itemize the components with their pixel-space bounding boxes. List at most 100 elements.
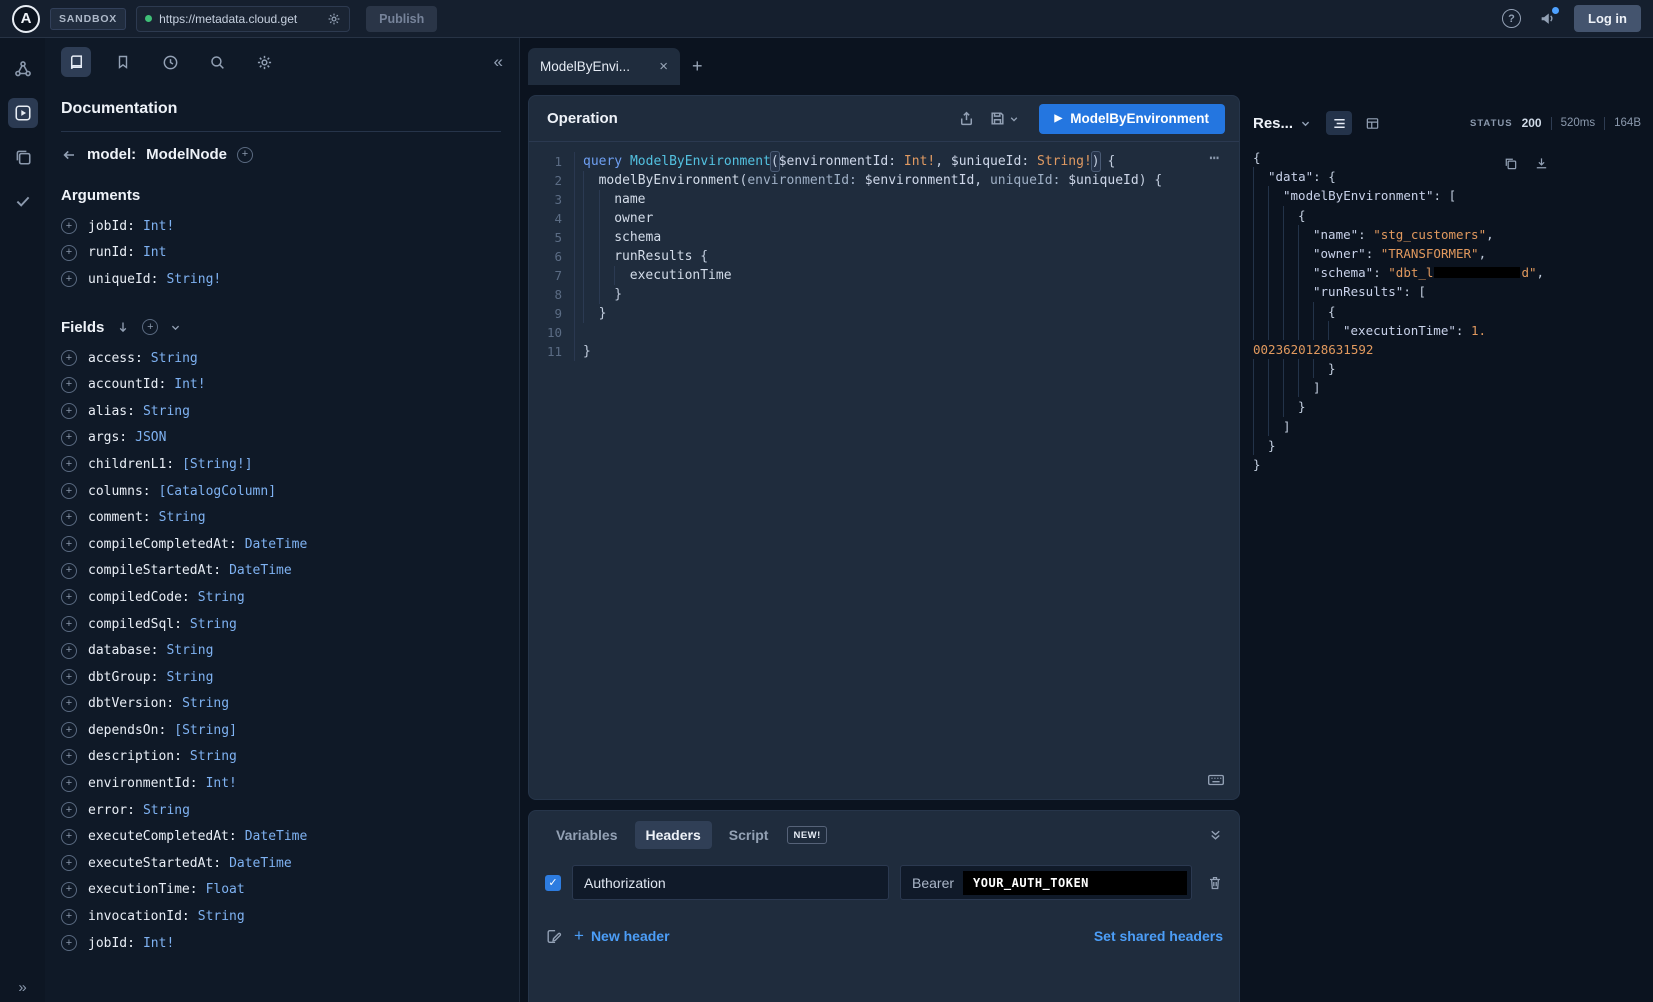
set-shared-headers-link[interactable]: Set shared headers <box>1094 928 1223 944</box>
publish-button[interactable]: Publish <box>366 6 437 32</box>
add-to-query-icon[interactable]: + <box>61 218 77 234</box>
field-type[interactable]: DateTime <box>229 563 292 578</box>
add-to-query-icon[interactable]: + <box>61 669 77 685</box>
add-all-fields-icon[interactable]: + <box>142 319 158 335</box>
field-type[interactable]: Int! <box>206 776 237 791</box>
field-type[interactable]: Float <box>206 882 245 897</box>
field-type[interactable]: JSON <box>135 430 166 445</box>
delete-header-icon[interactable] <box>1207 875 1223 891</box>
add-to-query-icon[interactable]: + <box>61 696 77 712</box>
bookmark-icon[interactable] <box>108 47 138 77</box>
tab-variables[interactable]: Variables <box>545 821 629 849</box>
share-icon[interactable] <box>958 110 975 127</box>
add-to-query-icon[interactable]: + <box>61 722 77 738</box>
field-type[interactable]: String <box>166 643 213 658</box>
add-to-query-icon[interactable]: + <box>61 271 77 287</box>
field-type[interactable]: String <box>159 510 206 525</box>
field-type[interactable]: DateTime <box>245 537 308 552</box>
add-type-icon[interactable]: + <box>237 147 253 163</box>
copy-response-icon[interactable] <box>1503 156 1518 171</box>
chevron-down-icon[interactable] <box>170 322 181 333</box>
code-line[interactable]: 1query ModelByEnvironment($environmentId… <box>529 152 1239 171</box>
checks-icon[interactable] <box>8 186 38 216</box>
explorer-icon[interactable] <box>8 98 38 128</box>
code-line[interactable]: 8} <box>529 285 1239 304</box>
collapse-docs-icon[interactable]: « <box>494 52 503 72</box>
add-to-query-icon[interactable]: + <box>61 510 77 526</box>
add-to-query-icon[interactable]: + <box>61 909 77 925</box>
endpoint-url-pill[interactable]: https://metadata.cloud.get <box>136 6 350 32</box>
header-value-input[interactable]: Bearer YOUR_AUTH_TOKEN <box>900 865 1192 900</box>
add-to-query-icon[interactable]: + <box>61 483 77 499</box>
operation-editor[interactable]: 1query ModelByEnvironment($environmentId… <box>529 142 1239 799</box>
add-to-query-icon[interactable]: + <box>61 377 77 393</box>
search-icon[interactable] <box>202 47 232 77</box>
run-operation-button[interactable]: ▶ ModelByEnvironment <box>1039 104 1225 134</box>
save-button[interactable] <box>989 110 1019 127</box>
code-line[interactable]: 6runResults { <box>529 247 1239 266</box>
field-type[interactable]: [CatalogColumn] <box>159 484 276 499</box>
field-type[interactable]: String <box>166 670 213 685</box>
add-to-query-icon[interactable]: + <box>61 855 77 871</box>
add-to-query-icon[interactable]: + <box>61 403 77 419</box>
response-title[interactable]: Res... <box>1253 115 1293 132</box>
field-type[interactable]: String! <box>166 272 221 287</box>
add-to-query-icon[interactable]: + <box>61 749 77 765</box>
code-line[interactable]: 10 <box>529 323 1239 342</box>
download-response-icon[interactable] <box>1534 156 1549 171</box>
add-to-query-icon[interactable]: + <box>61 245 77 261</box>
breadcrumb-type[interactable]: ModelNode <box>146 146 227 163</box>
history-icon[interactable] <box>155 47 185 77</box>
add-to-query-icon[interactable]: + <box>61 935 77 951</box>
apollo-logo-icon[interactable]: A <box>12 5 40 33</box>
field-type[interactable]: String <box>190 617 237 632</box>
field-type[interactable]: String <box>198 909 245 924</box>
close-tab-icon[interactable]: × <box>659 58 668 75</box>
code-line[interactable]: 11} <box>529 342 1239 361</box>
formatted-view-icon[interactable] <box>1326 111 1352 135</box>
field-type[interactable]: String <box>151 351 198 366</box>
field-type[interactable]: Int! <box>174 377 205 392</box>
tab-headers[interactable]: Headers <box>635 821 712 849</box>
add-to-query-icon[interactable]: + <box>61 536 77 552</box>
code-line[interactable]: 2modelByEnvironment(environmentId: $envi… <box>529 171 1239 190</box>
add-to-query-icon[interactable]: + <box>61 643 77 659</box>
field-type[interactable]: String <box>198 590 245 605</box>
environment-variables-icon[interactable] <box>545 928 562 945</box>
field-type[interactable]: [String] <box>174 723 237 738</box>
announcements-button[interactable] <box>1539 10 1556 27</box>
field-type[interactable]: String <box>182 696 229 711</box>
add-to-query-icon[interactable]: + <box>61 589 77 605</box>
field-type[interactable]: DateTime <box>229 856 292 871</box>
field-type[interactable]: Int! <box>143 219 174 234</box>
save-menu-chevron-icon[interactable] <box>1009 114 1019 124</box>
add-to-query-icon[interactable]: + <box>61 882 77 898</box>
field-type[interactable]: String <box>143 404 190 419</box>
add-to-query-icon[interactable]: + <box>61 350 77 366</box>
table-view-icon[interactable] <box>1359 111 1385 135</box>
connection-settings-gear-icon[interactable] <box>327 12 341 26</box>
field-type[interactable]: DateTime <box>245 829 308 844</box>
field-type[interactable]: String <box>190 749 237 764</box>
code-line[interactable]: 5schema <box>529 228 1239 247</box>
field-type[interactable]: Int! <box>143 936 174 951</box>
settings-icon[interactable] <box>249 47 279 77</box>
add-to-query-icon[interactable]: + <box>61 430 77 446</box>
new-header-button[interactable]: + New header <box>574 926 670 946</box>
collapse-panel-icon[interactable] <box>1208 828 1223 843</box>
sort-fields-icon[interactable] <box>116 320 130 334</box>
expand-rail-icon[interactable]: » <box>18 979 26 996</box>
auth-token-value[interactable]: YOUR_AUTH_TOKEN <box>963 871 1187 895</box>
code-line[interactable]: 4owner <box>529 209 1239 228</box>
tab-modelbyenvironment[interactable]: ModelByEnvi... × <box>528 48 680 85</box>
field-type[interactable]: String <box>143 803 190 818</box>
operation-menu-icon[interactable]: ⋯ <box>1209 148 1221 167</box>
response-menu-chevron-icon[interactable] <box>1300 118 1311 129</box>
add-to-query-icon[interactable]: + <box>61 776 77 792</box>
field-type[interactable]: Int <box>143 245 166 260</box>
code-line[interactable]: 9} <box>529 304 1239 323</box>
header-enabled-checkbox[interactable]: ✓ <box>545 875 561 891</box>
add-to-query-icon[interactable]: + <box>61 456 77 472</box>
keyboard-shortcuts-icon[interactable] <box>1207 771 1225 789</box>
endpoint-url[interactable]: https://metadata.cloud.get <box>159 12 320 26</box>
